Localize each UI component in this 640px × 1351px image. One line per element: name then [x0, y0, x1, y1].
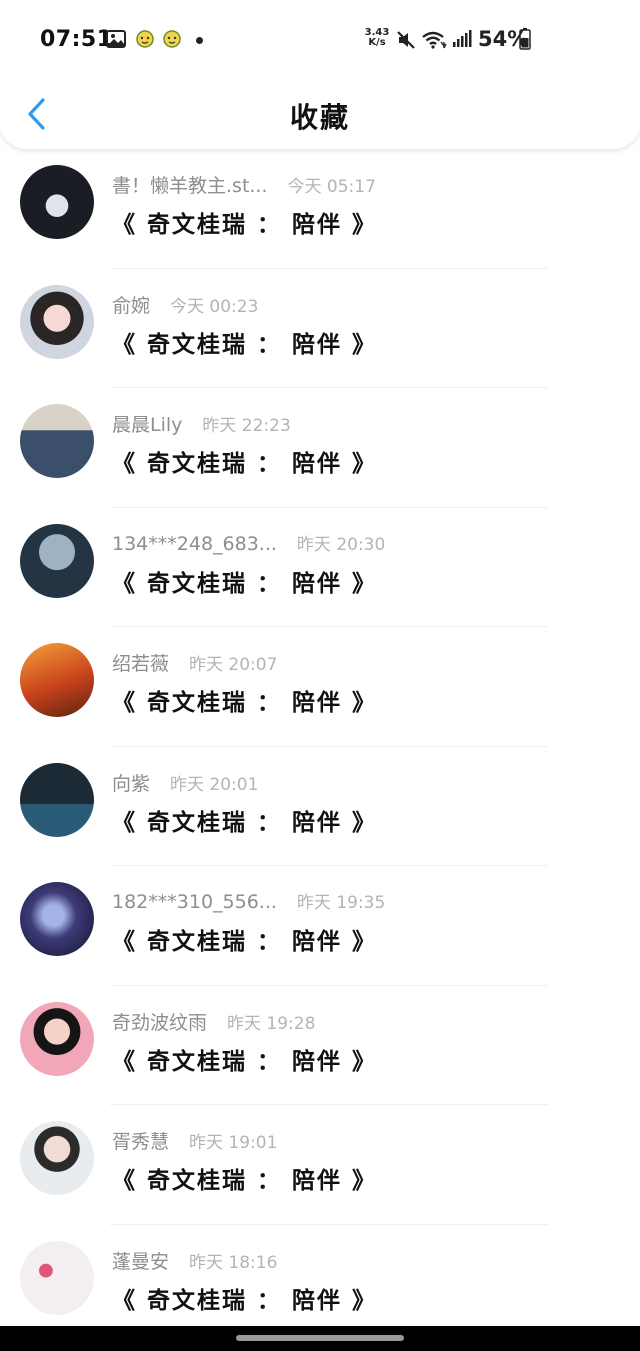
post-time: 今天 05:17	[287, 177, 376, 197]
title-bar: 收藏	[0, 84, 640, 148]
post-time: 昨天 20:30	[296, 534, 386, 555]
avatar[interactable]	[20, 643, 94, 717]
list-item[interactable]: 書！懒羊教主.st... 今天 05:17 《 奇文桂瑞 ： 陪伴 》	[0, 149, 640, 269]
list-item[interactable]: 134***248_683... 昨天 20:30 《 奇文桂瑞 ： 陪伴 》	[0, 508, 640, 628]
collection-title: 《 奇文桂瑞 ： 陪伴 》	[112, 1048, 378, 1075]
wifi-icon	[421, 30, 447, 50]
app-header: 07:51 3.43 K/s 54% 收藏	[0, 0, 640, 149]
gallery-icon	[106, 30, 126, 48]
emoji-icon	[136, 30, 154, 48]
avatar[interactable]	[20, 404, 94, 478]
list-item[interactable]: 蓬曼安 昨天 18:16 《 奇文桂瑞 ： 陪伴 》	[0, 1225, 640, 1327]
list-item[interactable]: 奇劲波纹雨 昨天 19:28 《 奇文桂瑞 ： 陪伴 》	[0, 986, 640, 1106]
post-time: 昨天 19:28	[227, 1013, 316, 1034]
emoji-icon	[163, 30, 181, 48]
post-time: 昨天 18:16	[189, 1252, 278, 1273]
home-indicator[interactable]	[236, 1335, 404, 1341]
post-time: 昨天 19:35	[296, 893, 386, 913]
user-name[interactable]: 绍若薇	[112, 649, 169, 676]
user-name[interactable]: 134***248_683...	[112, 533, 277, 555]
user-name[interactable]: 胥秀慧	[112, 1127, 169, 1154]
signal-icon	[452, 30, 472, 48]
user-name[interactable]: 向紫	[112, 769, 150, 796]
avatar[interactable]	[20, 762, 94, 837]
battery-icon	[519, 28, 531, 50]
page-title: 收藏	[289, 101, 350, 134]
avatar[interactable]	[20, 284, 94, 359]
status-bar: 07:51 3.43 K/s 54%	[0, 0, 640, 84]
user-name[interactable]: 182***310_556...	[112, 891, 277, 913]
collection-title: 《 奇文桂瑞 ： 陪伴 》	[112, 331, 378, 358]
mute-icon	[396, 30, 416, 50]
collection-title: 《 奇文桂瑞 ： 陪伴 》	[112, 212, 378, 238]
avatar[interactable]	[20, 523, 94, 598]
collection-title: 《 奇文桂瑞 ： 陪伴 》	[112, 451, 378, 477]
avatar[interactable]	[20, 1121, 94, 1195]
user-name[interactable]: 奇劲波纹雨	[112, 1008, 207, 1035]
avatar[interactable]	[20, 1001, 94, 1076]
user-name[interactable]: 俞婉	[112, 291, 150, 318]
status-time: 07:51	[40, 27, 113, 52]
avatar[interactable]	[20, 882, 94, 956]
favorites-list: 書！懒羊教主.st... 今天 05:17 《 奇文桂瑞 ： 陪伴 》 俞婉 今天 …	[0, 149, 640, 1326]
avatar[interactable]	[20, 1240, 94, 1315]
list-item[interactable]: 俞婉 今天 00:23 《 奇文桂瑞 ： 陪伴 》	[0, 269, 640, 389]
post-time: 昨天 22:23	[202, 416, 291, 436]
collection-title: 《 奇文桂瑞 ： 陪伴 》	[112, 929, 378, 955]
collection-title: 《 奇文桂瑞 ： 陪伴 》	[112, 570, 378, 597]
list-item[interactable]: 向紫 昨天 20:01 《 奇文桂瑞 ： 陪伴 》	[0, 747, 640, 867]
post-time: 昨天 20:07	[189, 655, 278, 675]
user-name[interactable]: 書！懒羊教主.st...	[112, 171, 268, 198]
collection-title: 《 奇文桂瑞 ： 陪伴 》	[112, 1168, 378, 1194]
collection-title: 《 奇文桂瑞 ： 陪伴 》	[112, 1287, 378, 1314]
collection-title: 《 奇文桂瑞 ： 陪伴 》	[112, 809, 378, 836]
post-time: 今天 00:23	[170, 296, 259, 317]
collection-title: 《 奇文桂瑞 ： 陪伴 》	[112, 690, 378, 716]
post-time: 昨天 19:01	[189, 1133, 278, 1153]
system-nav-bar	[0, 1326, 640, 1351]
network-speed-unit: K/s	[368, 37, 386, 48]
network-speed: 3.43 K/s	[364, 28, 390, 48]
list-item[interactable]: 182***310_556... 昨天 19:35 《 奇文桂瑞 ： 陪伴 》	[0, 866, 640, 986]
list-item[interactable]: 胥秀慧 昨天 19:01 《 奇文桂瑞 ： 陪伴 》	[0, 1105, 640, 1225]
user-name[interactable]: 晨晨Lily	[112, 410, 182, 437]
post-time: 昨天 20:01	[170, 774, 259, 795]
user-name[interactable]: 蓬曼安	[112, 1247, 169, 1274]
list-item[interactable]: 绍若薇 昨天 20:07 《 奇文桂瑞 ： 陪伴 》	[0, 627, 640, 747]
avatar[interactable]	[20, 165, 94, 239]
dot-icon	[196, 37, 203, 44]
list-item[interactable]: 晨晨Lily 昨天 22:23 《 奇文桂瑞 ： 陪伴 》	[0, 388, 640, 508]
